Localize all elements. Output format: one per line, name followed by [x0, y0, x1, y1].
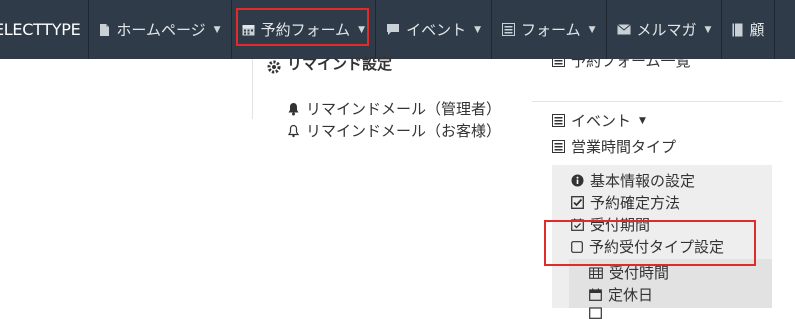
calendar-icon — [242, 23, 255, 36]
caret-down-icon: ▼ — [588, 24, 596, 35]
remind-mail-customer-label: リマインドメール（お客様） — [306, 122, 502, 140]
list-alt-icon — [552, 114, 565, 127]
remind-mail-customer[interactable]: リマインドメール（お客様） — [287, 120, 501, 141]
nav-homepage[interactable]: ホームページ ▼ — [89, 0, 232, 59]
menu-reception-hours-label: 受付時間 — [609, 264, 670, 282]
remind-settings-header: リマインド設定 — [267, 50, 392, 74]
brand-logo[interactable]: ELECTTYPE — [0, 0, 90, 59]
reservation-form-submenu: 予約フォーム一覧 イベント ▼ 営業時間タイプ 基本情報の設定 予約確定方法 受… — [532, 59, 782, 319]
list-alt-icon — [552, 140, 565, 153]
nav-form[interactable]: フォーム ▼ — [492, 0, 607, 59]
envelope-icon — [616, 24, 631, 35]
menu-event-label: イベント — [571, 112, 632, 130]
nav-event[interactable]: イベント ▼ — [376, 0, 493, 59]
info-circle-icon — [571, 174, 584, 187]
calendar-check-icon — [571, 218, 584, 231]
menu-reception-period-label: 受付期間 — [590, 216, 651, 234]
form-list-label: 予約フォーム一覧 — [571, 59, 691, 70]
caret-down-icon: ▼ — [704, 24, 712, 35]
nav-event-label: イベント — [406, 21, 467, 39]
menu-confirm-method-label: 予約確定方法 — [590, 194, 681, 212]
top-navbar: ELECTTYPE ホームページ ▼ 予約フォーム ▼ イベント ▼ フォーム … — [0, 0, 795, 59]
remind-settings-title: リマインド設定 — [287, 55, 393, 73]
comment-icon — [386, 23, 400, 36]
caret-down-icon: ▼ — [639, 115, 646, 126]
book-icon — [732, 23, 743, 37]
bell-filled-icon — [287, 102, 300, 116]
file-icon — [99, 23, 110, 37]
bell-outline-icon — [287, 124, 300, 138]
menu-event[interactable]: イベント ▼ — [552, 110, 646, 131]
calendar-icon — [589, 288, 602, 301]
menu-reception-type-settings[interactable]: 予約受付タイプ設定 — [571, 236, 724, 257]
remind-settings-panel: リマインド設定 リマインドメール（管理者） リマインドメール（お客様） — [252, 55, 523, 140]
caret-down-icon: ▼ — [358, 24, 366, 35]
caret-down-icon: ▼ — [213, 24, 221, 35]
check-square-icon — [571, 196, 584, 209]
nav-reservation-form-label: 予約フォーム — [260, 21, 351, 39]
menu-business-hours-type[interactable]: 営業時間タイプ — [552, 136, 676, 157]
caret-down-icon: ▼ — [474, 24, 482, 35]
menu-regular-holiday-label: 定休日 — [608, 286, 654, 304]
menu-basic-info-label: 基本情報の設定 — [590, 172, 696, 190]
menu-reception-period[interactable]: 受付期間 — [571, 214, 650, 235]
calendar-grid-icon — [589, 266, 603, 279]
nav-form-label: フォーム — [521, 21, 581, 39]
form-list-item-partial[interactable]: 予約フォーム一覧 — [552, 59, 772, 75]
list-alt-icon — [502, 23, 516, 36]
nav-customer[interactable]: 顧 — [722, 0, 776, 59]
menu-regular-holiday[interactable]: 定休日 — [589, 284, 653, 305]
nav-customer-label: 顧 — [749, 21, 765, 39]
menu-confirm-method[interactable]: 予約確定方法 — [571, 192, 680, 213]
menu-reception-hours[interactable]: 受付時間 — [589, 262, 669, 283]
gear-icon — [267, 60, 281, 74]
menu-reception-type-label: 予約受付タイプ設定 — [589, 238, 725, 256]
nav-mailmagazine-label: メルマガ — [636, 21, 697, 39]
nav-homepage-label: ホームページ — [116, 21, 206, 39]
menu-basic-info[interactable]: 基本情報の設定 — [571, 170, 695, 191]
remind-mail-admin[interactable]: リマインドメール（管理者） — [287, 98, 501, 119]
square-outline-icon — [571, 240, 583, 253]
list-alt-icon — [552, 59, 565, 67]
menu-business-hours-label: 営業時間タイプ — [571, 138, 677, 156]
menu-divider — [532, 101, 782, 102]
remind-mail-admin-label: リマインドメール（管理者） — [306, 100, 502, 118]
nav-mailmagazine[interactable]: メルマガ ▼ — [607, 0, 723, 59]
